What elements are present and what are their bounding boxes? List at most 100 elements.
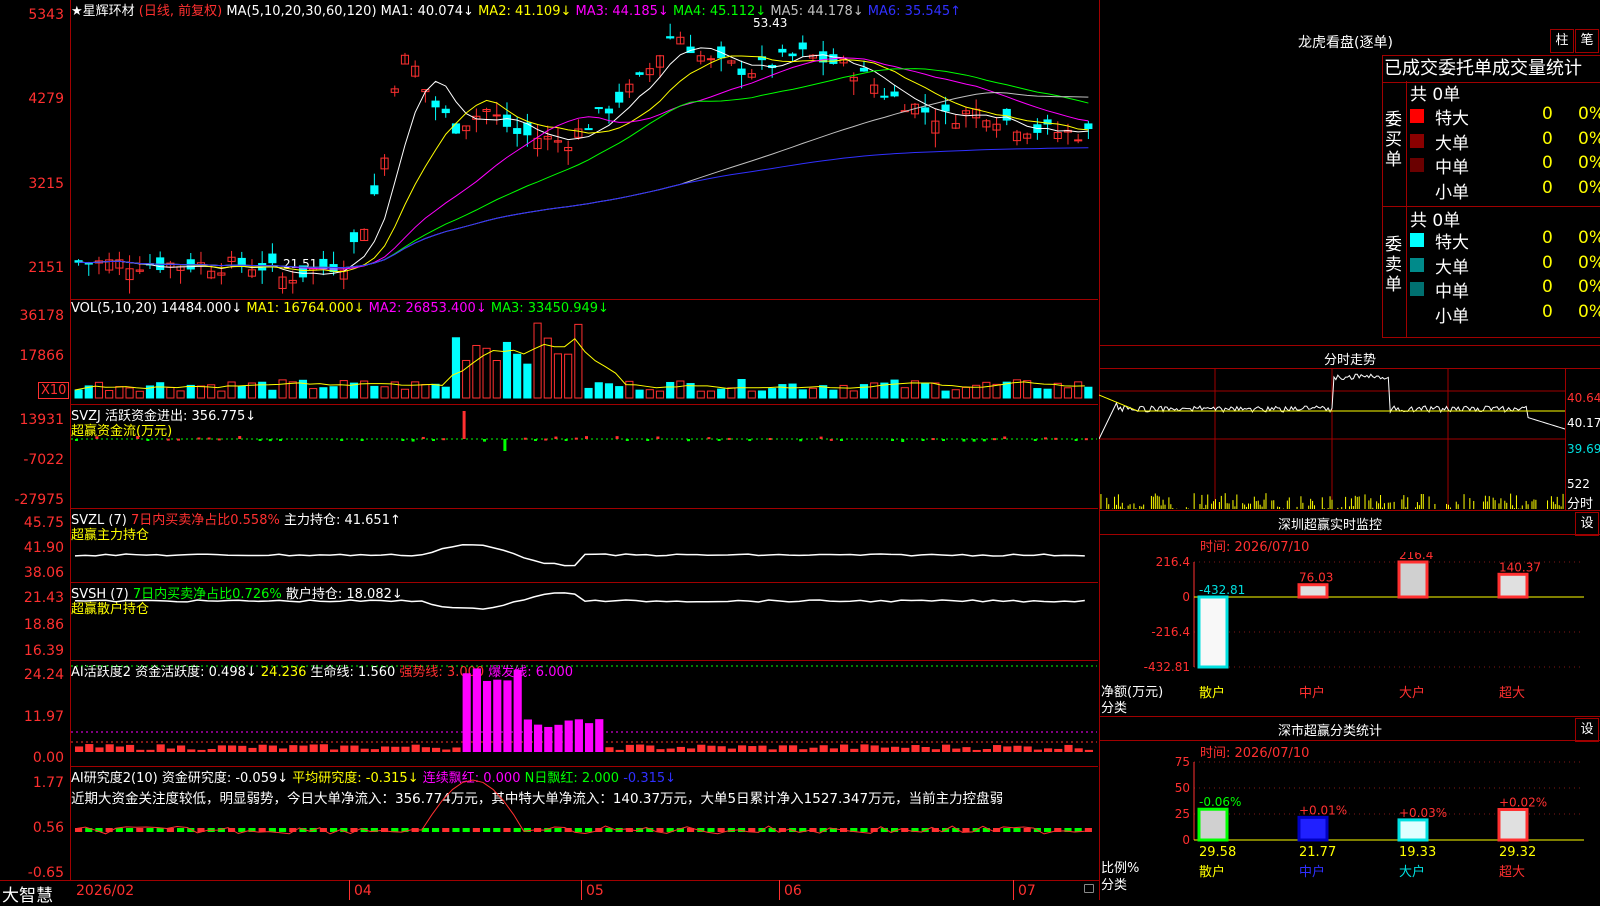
ai-active-bar bbox=[738, 745, 747, 752]
volume-bar bbox=[798, 389, 807, 399]
ai-active-bar bbox=[574, 719, 583, 752]
vol-ma-line bbox=[74, 338, 1085, 391]
longhu-sell-swatch bbox=[1410, 257, 1424, 272]
ai-research-line bbox=[74, 779, 1085, 835]
longhu-column-button[interactable]: 柱 bbox=[1550, 29, 1574, 53]
svsh-y-tick-2: 16.39 bbox=[23, 643, 64, 659]
longhu-buy-pct: 0% bbox=[1578, 153, 1600, 173]
ai-active-bar bbox=[1064, 744, 1073, 752]
svzj-bar bbox=[921, 439, 925, 441]
volume-bar bbox=[900, 387, 909, 399]
ai-active-bar bbox=[809, 747, 818, 752]
svzj-bar bbox=[340, 439, 344, 441]
ai-active-bar bbox=[187, 749, 196, 752]
svzj-bar bbox=[279, 439, 282, 441]
intraday-chart[interactable] bbox=[1099, 369, 1565, 510]
svzj-bar bbox=[972, 439, 976, 442]
volume-bar bbox=[696, 390, 705, 399]
ma-line-60 bbox=[78, 91, 1089, 269]
ai-active-bar bbox=[299, 745, 308, 752]
svzl-chart[interactable] bbox=[71, 509, 1097, 581]
ai-active-bar bbox=[85, 744, 94, 752]
volume-bar bbox=[635, 389, 644, 399]
volume-bar bbox=[237, 385, 246, 399]
ai-research-bar bbox=[1084, 828, 1092, 832]
ai-active-bar bbox=[462, 673, 471, 752]
ai-active-bar bbox=[636, 744, 645, 752]
svsh-y-tick-0: 21.43 bbox=[23, 590, 64, 606]
main-y-tick-1: 4279 bbox=[28, 91, 64, 107]
ai-active-bar bbox=[289, 745, 298, 752]
volume-bar bbox=[564, 353, 573, 399]
ai-active-bar bbox=[544, 726, 553, 752]
ai-active-bar bbox=[1003, 746, 1012, 752]
ai-active-bar bbox=[1074, 748, 1083, 752]
classify-settings-button[interactable]: 设 bbox=[1575, 718, 1599, 742]
cls-svg-bar bbox=[1197, 807, 1229, 842]
cls-svg-bar bbox=[1297, 815, 1329, 842]
ai-research-bar bbox=[574, 828, 582, 832]
main-y-tick-2: 3215 bbox=[28, 176, 64, 192]
volume-bar bbox=[74, 389, 83, 399]
ai-research-bar bbox=[136, 828, 144, 832]
candle-body bbox=[666, 36, 675, 39]
volume-chart[interactable] bbox=[71, 316, 1097, 400]
ai-research-bar bbox=[452, 828, 460, 832]
longhu-sell-pct: 0% bbox=[1578, 277, 1600, 297]
cls-svg-category-label: 超大 bbox=[1499, 865, 1525, 880]
monitor-bar-chart[interactable]: 216.4 0 -216.4 -432.81 -432.81 散户 76.03 中户 216.4… bbox=[1099, 552, 1600, 717]
svzj-bar bbox=[727, 437, 731, 440]
svzj-chart[interactable] bbox=[71, 406, 1097, 506]
ai-active-chart[interactable] bbox=[71, 662, 1097, 764]
svzj-bar bbox=[421, 436, 425, 439]
classify-bar-chart[interactable]: 75 50 25 0 -0.06% 散户 +0.01% 中户 +0.03% 大户 +0.02% 超大 2… bbox=[1099, 756, 1600, 900]
volume-bar bbox=[135, 390, 144, 399]
mon-svg-y-tick: 0 bbox=[1182, 590, 1190, 604]
vol-header: VOL(5,10,20) 14484.000↓ MA1: 16764.000↓ … bbox=[71, 301, 609, 316]
ma-line-5 bbox=[78, 47, 1089, 275]
volume-bar bbox=[1084, 386, 1093, 399]
volume-bar bbox=[645, 389, 654, 399]
ai-research-chart[interactable] bbox=[71, 768, 1097, 878]
vol-unit-badge[interactable]: X10 bbox=[38, 382, 70, 399]
svzj-y-tick-2: -27975 bbox=[14, 492, 64, 508]
cls-svg-y-tick: 0 bbox=[1182, 833, 1190, 847]
classify-bottom-value: 29.58 bbox=[1199, 845, 1236, 860]
main-y-tick-3: 2151 bbox=[28, 260, 64, 276]
ai-active-bar bbox=[340, 745, 349, 752]
volume-bar bbox=[727, 387, 736, 399]
ai-research-bar bbox=[462, 828, 470, 832]
ai-active-bar bbox=[319, 744, 328, 752]
mon-svg-value-label: 76.03 bbox=[1299, 571, 1333, 585]
mon-svg-bar bbox=[1197, 595, 1229, 669]
volume-bar bbox=[829, 389, 838, 399]
svzj-bar bbox=[748, 439, 752, 442]
volume-bar bbox=[441, 386, 450, 399]
svzj-bar bbox=[1044, 437, 1047, 440]
ai-active-y-tick-1: 11.97 bbox=[23, 709, 64, 725]
ai-active-bar bbox=[258, 744, 267, 752]
lock-icon[interactable] bbox=[1084, 884, 1094, 893]
volume-bar bbox=[737, 378, 746, 399]
ma-line-20 bbox=[78, 57, 1089, 270]
volume-bar bbox=[227, 381, 236, 399]
candlestick-chart[interactable]: 53.43 21.51 bbox=[71, 14, 1097, 299]
volume-bar bbox=[1023, 380, 1032, 399]
vol-y-tick-1: 17866 bbox=[19, 348, 64, 364]
monitor-settings-button[interactable]: 设 bbox=[1575, 512, 1599, 536]
ai-active-bar bbox=[126, 744, 135, 752]
volume-bar bbox=[492, 360, 501, 399]
svsh-chart[interactable] bbox=[71, 583, 1097, 659]
ai-active-bar bbox=[534, 724, 543, 752]
x-tick-3 bbox=[779, 880, 780, 900]
longhu-tick-button[interactable]: 笔 bbox=[1575, 29, 1599, 53]
buy-side-label: 委买单 bbox=[1385, 110, 1402, 170]
volume-bar bbox=[604, 383, 614, 399]
svzj-bar bbox=[411, 439, 415, 442]
intraday-price-tick-0: 40.64 bbox=[1567, 391, 1600, 405]
ai-active-bar bbox=[952, 748, 961, 752]
mon-svg-y-tick: 216.4 bbox=[1156, 555, 1190, 569]
x-tick-2 bbox=[581, 880, 582, 900]
volume-bar bbox=[186, 384, 195, 399]
ai-active-bar bbox=[472, 668, 481, 752]
